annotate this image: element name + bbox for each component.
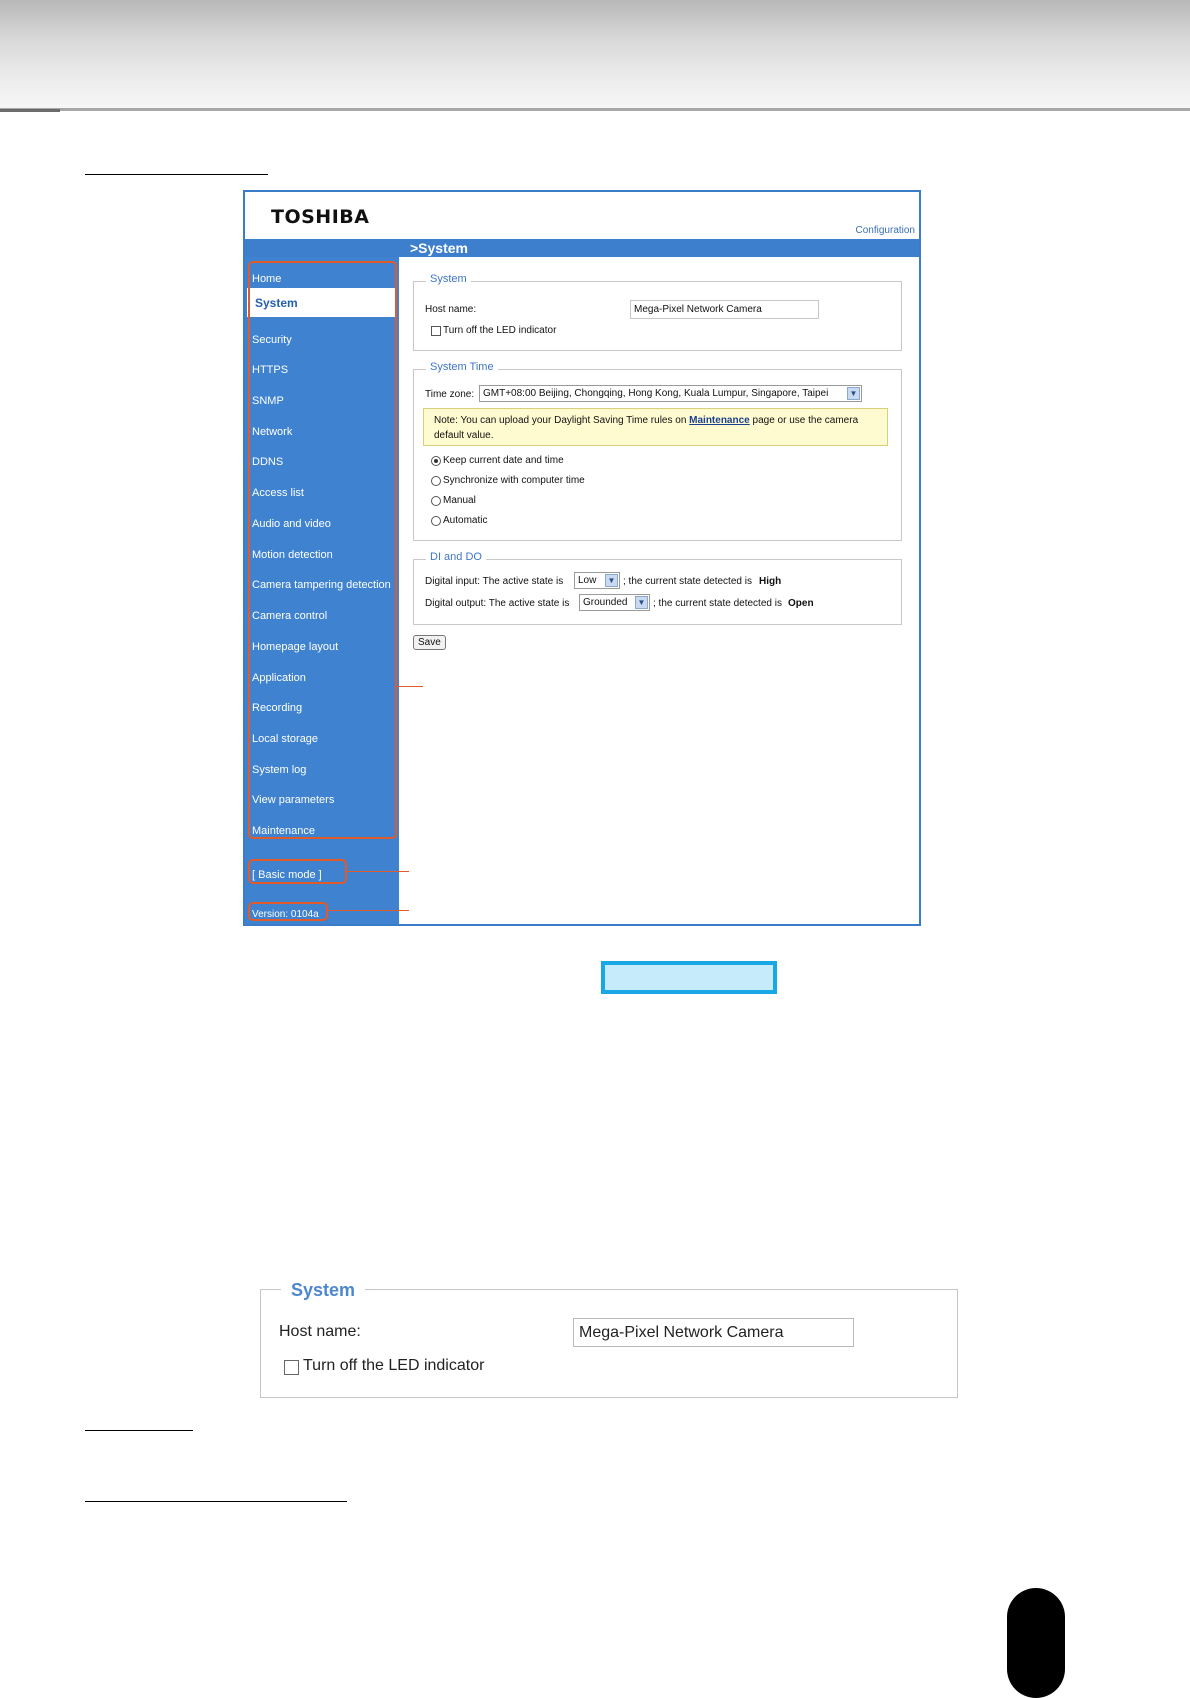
digital-output-state-text: ; the current state detected is (653, 598, 782, 609)
dido-fieldset (413, 559, 902, 625)
version-annotation-box (248, 902, 328, 921)
digital-input-value: Low (578, 575, 597, 586)
note-text-suffix: page or use the camera (749, 415, 859, 426)
maintenance-link[interactable]: Maintenance (689, 415, 750, 426)
host-name-label: Host name: (425, 304, 477, 315)
system-legend: System (426, 273, 471, 285)
keep-current-radio[interactable] (431, 456, 441, 466)
enlarged-system-legend: System (281, 1280, 366, 1301)
digital-output-state: Open (788, 598, 814, 609)
digital-input-select[interactable]: Low ▼ (574, 572, 620, 589)
config-screenshot: TOSHIBA Configuration >System Home Syste… (243, 190, 921, 926)
basic-mode-annotation-line (347, 871, 409, 872)
dst-note: Note: You can upload your Daylight Savin… (423, 408, 888, 446)
enlarged-host-name-label: Host name: (279, 1323, 361, 1340)
time-zone-select[interactable]: GMT+08:00 Beijing, Chongqing, Hong Kong,… (479, 385, 862, 402)
enlarged-led-checkbox[interactable] (284, 1360, 299, 1375)
note-text-line2: default value. (434, 430, 494, 441)
chevron-down-icon: ▼ (635, 596, 648, 609)
header-band (0, 0, 1190, 110)
manual-radio[interactable] (431, 496, 441, 506)
automatic-radio[interactable] (431, 516, 441, 526)
sync-computer-label: Synchronize with computer time (443, 475, 585, 486)
save-button[interactable]: Save (413, 635, 446, 650)
automatic-label: Automatic (443, 515, 488, 526)
enlarged-led-label: Turn off the LED indicator (303, 1357, 485, 1374)
time-zone-value: GMT+08:00 Beijing, Chongqing, Hong Kong,… (483, 388, 829, 399)
configuration-link[interactable]: Configuration (856, 225, 915, 236)
menu-annotation-box (248, 261, 397, 839)
enlarged-host-name-input[interactable]: Mega-Pixel Network Camera (573, 1318, 854, 1347)
digital-input-state: High (759, 576, 782, 587)
chevron-down-icon: ▼ (605, 574, 618, 587)
system-time-legend: System Time (426, 361, 498, 373)
basic-mode-annotation-box (248, 859, 347, 884)
toshiba-logo: TOSHIBA (271, 206, 370, 228)
highlight-box (601, 961, 777, 994)
dido-legend: DI and DO (426, 551, 486, 563)
manual-label: Manual (443, 495, 476, 506)
menu-annotation-line (397, 686, 423, 687)
version-annotation-line (328, 910, 409, 911)
section-heading-underline-1 (85, 174, 268, 175)
digital-input-state-text: ; the current state detected is (623, 576, 752, 587)
section-heading-underline-2 (85, 1430, 193, 1431)
digital-output-select[interactable]: Grounded ▼ (579, 594, 650, 611)
time-zone-label: Time zone: (425, 389, 475, 400)
header-divider (0, 108, 1190, 111)
digital-output-label: Digital output: The active state is (425, 598, 570, 609)
digital-output-value: Grounded (583, 597, 628, 608)
note-text: Note: You can upload your Daylight Savin… (434, 415, 690, 426)
sync-computer-radio[interactable] (431, 476, 441, 486)
page-number-badge (1007, 1588, 1065, 1698)
led-label: Turn off the LED indicator (443, 325, 557, 336)
section-heading-underline-3 (85, 1501, 347, 1502)
page-title-bar: >System (245, 239, 919, 257)
chevron-down-icon: ▼ (847, 387, 860, 400)
page-title: >System (410, 240, 468, 256)
keep-current-label: Keep current date and time (443, 455, 564, 466)
host-name-input[interactable]: Mega-Pixel Network Camera (630, 300, 819, 319)
led-checkbox[interactable] (431, 326, 441, 336)
header-divider-accent (0, 109, 60, 112)
digital-input-label: Digital input: The active state is (425, 576, 564, 587)
